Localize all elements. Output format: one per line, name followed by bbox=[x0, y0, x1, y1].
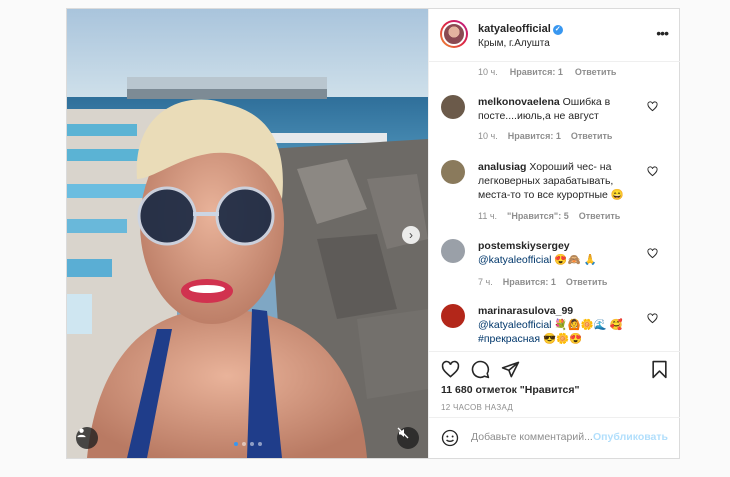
commenter-avatar[interactable] bbox=[441, 160, 465, 184]
post-header: katyaleofficial ✓ Крым, г.Алушта ••• bbox=[429, 9, 680, 62]
post-sidebar: katyaleofficial ✓ Крым, г.Алушта ••• 10 ч… bbox=[428, 9, 680, 458]
publish-button[interactable]: Опубликовать bbox=[593, 431, 668, 443]
post-location[interactable]: Крым, г.Алушта bbox=[478, 38, 550, 49]
speaker-muted-icon bbox=[397, 427, 409, 439]
commenter-avatar[interactable] bbox=[441, 95, 465, 119]
comment-like-heart-icon[interactable] bbox=[647, 313, 658, 324]
commenter-avatar[interactable] bbox=[441, 239, 465, 263]
bookmark-icon[interactable] bbox=[651, 360, 668, 379]
comment-text: analusiag Хороший чес- на легковерных за… bbox=[478, 161, 624, 201]
comment-like-heart-icon[interactable] bbox=[647, 166, 658, 177]
instagram-post: › katyaleofficial ✓ Крым, г.Алушта ••• 1… bbox=[66, 8, 680, 459]
comment-likes-link[interactable]: "Нравится": 5 bbox=[507, 211, 569, 221]
add-comment-bar: Опубликовать bbox=[429, 417, 680, 459]
commenter-username[interactable]: melkonovaelena bbox=[478, 96, 560, 108]
comment-like-heart-icon[interactable] bbox=[647, 248, 658, 259]
comment-like-heart-icon[interactable] bbox=[647, 101, 658, 112]
comments-list[interactable]: 10 ч. Нравится: 1 Ответить melkonovaelena … bbox=[429, 62, 680, 351]
comment-text: marinarasulova_99 @katyaleofficial 💐🙆🌼🌊 … bbox=[478, 305, 623, 345]
commenter-username[interactable]: postemskiysergey bbox=[478, 240, 570, 252]
carousel-indicator bbox=[67, 442, 428, 446]
likes-count[interactable]: 11 680 отметок "Нравится" bbox=[441, 384, 579, 396]
paper-plane-icon[interactable] bbox=[501, 360, 520, 379]
comment-meta: 10 ч. Нравится: 1 Ответить bbox=[478, 131, 613, 141]
post-timestamp[interactable]: 12 ЧАСОВ НАЗАД bbox=[441, 403, 513, 412]
mention-link[interactable]: @katyaleofficial bbox=[478, 319, 552, 331]
heart-icon[interactable] bbox=[441, 360, 460, 379]
carousel-dot bbox=[233, 442, 238, 446]
commenter-username[interactable]: marinarasulova_99 bbox=[478, 305, 573, 317]
carousel-dot bbox=[257, 442, 262, 446]
comment-meta: 7 ч. Нравится: 1 Ответить bbox=[478, 277, 608, 287]
reply-link[interactable]: Ответить bbox=[575, 67, 617, 77]
commenter-username[interactable]: analusiag bbox=[478, 161, 526, 173]
post-media-video[interactable]: › bbox=[67, 9, 428, 458]
comment-input[interactable] bbox=[471, 431, 597, 443]
carousel-dot bbox=[249, 442, 254, 446]
comment-meta: 11 ч. "Нравится": 5 Ответить bbox=[478, 211, 621, 221]
smiley-icon[interactable] bbox=[441, 429, 459, 447]
mention-link[interactable]: @katyaleofficial bbox=[478, 254, 552, 266]
carousel-dot bbox=[241, 442, 246, 446]
reply-link[interactable]: Ответить bbox=[579, 211, 621, 221]
post-actions: 11 680 отметок "Нравится" 12 ЧАСОВ НАЗАД bbox=[429, 351, 680, 416]
hashtag-link[interactable]: #прекрасная bbox=[478, 333, 540, 345]
comment-likes-link[interactable]: Нравится: 1 bbox=[508, 131, 561, 141]
commenter-avatar[interactable] bbox=[441, 304, 465, 328]
author-avatar[interactable] bbox=[440, 20, 468, 48]
comment-text: postemskiysergey @katyaleofficial 😍🙈 🙏 bbox=[478, 240, 597, 266]
comment-meta: 10 ч. Нравится: 1 Ответить bbox=[478, 67, 617, 77]
user-icon bbox=[77, 428, 86, 438]
more-options-icon[interactable]: ••• bbox=[656, 25, 669, 41]
next-media-button[interactable]: › bbox=[402, 226, 420, 244]
comment-text: melkonovaelena Ошибка в посте....июль,а … bbox=[478, 96, 611, 122]
reply-link[interactable]: Ответить bbox=[566, 277, 608, 287]
reply-link[interactable]: Ответить bbox=[571, 131, 613, 141]
comment-likes-link[interactable]: Нравится: 1 bbox=[510, 67, 563, 77]
comment-icon[interactable] bbox=[471, 360, 490, 379]
comment-likes-link[interactable]: Нравится: 1 bbox=[503, 277, 556, 287]
video-frame bbox=[67, 9, 428, 458]
author-username[interactable]: katyaleofficial ✓ bbox=[478, 23, 563, 35]
verified-badge-icon: ✓ bbox=[552, 25, 563, 35]
